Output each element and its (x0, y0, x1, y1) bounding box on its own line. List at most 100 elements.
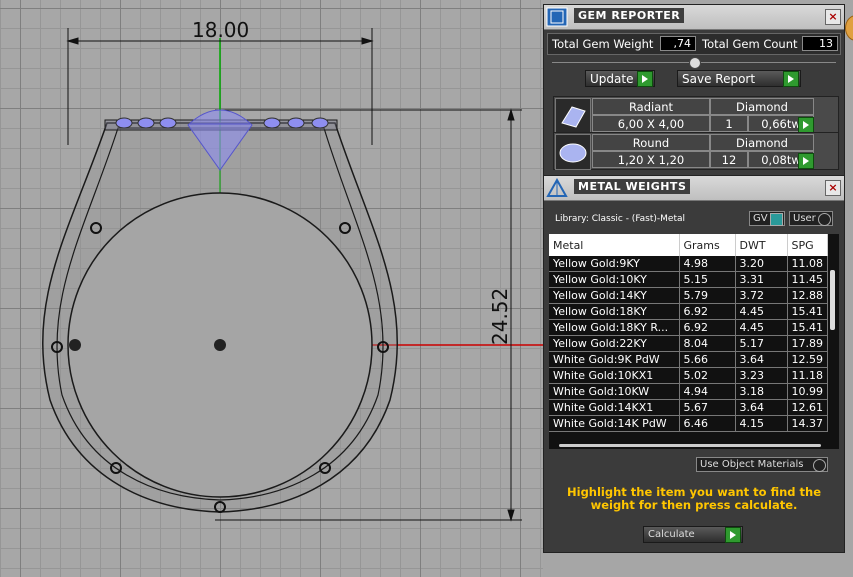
table-row[interactable]: Yellow Gold:18KY R... 6.92 4.45 15.41 (549, 319, 828, 336)
radiant-gem-icon (555, 98, 591, 134)
gem-material: Diamond (710, 134, 814, 151)
column-header[interactable]: Grams (679, 234, 736, 256)
table-cell: 11.45 (787, 271, 828, 288)
gv-toggle[interactable]: GV (749, 211, 785, 226)
table-row[interactable]: Yellow Gold:22KY 8.04 5.17 17.89 (549, 335, 828, 352)
round-gem-icon (555, 134, 591, 170)
table-row[interactable]: Yellow Gold:10KY 5.15 3.31 11.45 (549, 271, 828, 288)
horizontal-scrollbar[interactable] (559, 444, 821, 447)
gv-label: GV (753, 213, 768, 224)
metal-table-container: Metal Grams DWT SPG Yellow Gold:9KY 4.98 3… (549, 234, 839, 449)
height-dimension-label: 24.52 (488, 288, 512, 345)
table-cell: White Gold:14KX1 (549, 399, 680, 416)
use-object-materials-icon (813, 459, 826, 472)
table-row[interactable]: Yellow Gold:9KY 4.98 3.20 11.08 (549, 256, 828, 272)
table-cell: Yellow Gold:18KY (549, 303, 680, 320)
gv-toggle-icon (770, 213, 783, 226)
table-row[interactable]: White Gold:10KX1 5.02 3.23 11.18 (549, 367, 828, 384)
metal-weights-title: METAL WEIGHTS (574, 179, 691, 194)
table-cell: 4.15 (735, 415, 788, 432)
table-cell: White Gold:10KW (549, 383, 680, 400)
total-gem-count-label: Total Gem Count (702, 37, 798, 51)
update-button[interactable]: Update (585, 70, 655, 87)
table-cell: White Gold:14K PdW (549, 415, 680, 432)
table-cell: 17.89 (787, 335, 828, 352)
gem-count: 1 (710, 115, 748, 132)
save-report-button-label: Save Report (682, 72, 756, 86)
gem-material: Diamond (710, 98, 814, 115)
gem-cut: Radiant (592, 98, 710, 115)
calculate-button[interactable]: Calculate (643, 526, 743, 543)
gem-reporter-title: GEM REPORTER (574, 8, 685, 23)
table-row[interactable]: Yellow Gold:14KY 5.79 3.72 12.88 (549, 287, 828, 304)
table-cell: 6.46 (679, 415, 736, 432)
table-cell: 4.45 (735, 319, 788, 336)
vertical-scrollbar[interactable] (830, 270, 835, 330)
user-toggle-icon (818, 213, 831, 226)
table-row[interactable]: White Gold:9K PdW 5.66 3.64 12.59 (549, 351, 828, 368)
metal-table-header: Metal Grams DWT SPG (549, 234, 828, 256)
partial-orb-icon (845, 15, 853, 41)
library-label: Library: Classic - (Fast)-Metal (555, 214, 686, 224)
table-cell: 3.64 (735, 351, 788, 368)
gem-reporter-titlebar[interactable]: GEM REPORTER × (544, 5, 844, 30)
table-cell: 6.92 (679, 303, 736, 320)
column-header[interactable]: DWT (735, 234, 788, 256)
table-cell: Yellow Gold:14KY (549, 287, 680, 304)
table-cell: 6.92 (679, 319, 736, 336)
table-cell: Yellow Gold:18KY R... (549, 319, 680, 336)
totals-bar: Total Gem Weight ,74 Total Gem Count 13 (547, 33, 841, 55)
table-row[interactable]: White Gold:14KX1 5.67 3.64 12.61 (549, 399, 828, 416)
table-cell: 4.94 (679, 383, 736, 400)
ring-drawing: 18.00 24.52 (42, 18, 543, 522)
metal-weights-panel: METAL WEIGHTS × Library: Classic - (Fast… (543, 175, 845, 553)
table-cell: Yellow Gold:10KY (549, 271, 680, 288)
radiant-select-arrow-icon[interactable] (798, 117, 814, 133)
gem-reporter-icon (546, 7, 568, 27)
table-row[interactable]: White Gold:14K PdW 6.46 4.15 14.37 (549, 415, 828, 432)
side-hole (69, 339, 81, 351)
table-cell: 5.02 (679, 367, 736, 384)
total-gem-weight-label: Total Gem Weight (552, 37, 654, 51)
center-point (214, 339, 226, 351)
update-arrow-icon (637, 71, 653, 87)
column-header[interactable]: Metal (549, 234, 680, 256)
table-cell: White Gold:9K PdW (549, 351, 680, 368)
table-cell: 12.59 (787, 351, 828, 368)
column-header[interactable]: SPG (787, 234, 828, 256)
metal-weights-close-button[interactable]: × (825, 180, 841, 196)
table-cell: 10.99 (787, 383, 828, 400)
table-cell: 5.79 (679, 287, 736, 304)
instruction-text: Highlight the item you want to find the … (567, 485, 821, 512)
table-cell: 5.67 (679, 399, 736, 416)
table-row[interactable]: White Gold:10KW 4.94 3.18 10.99 (549, 383, 828, 400)
gem-size: 6,00 X 4,00 (592, 115, 710, 132)
table-cell: 14.37 (787, 415, 828, 432)
table-row[interactable]: Yellow Gold:18KY 6.92 4.45 15.41 (549, 303, 828, 320)
gem-reporter-close-button[interactable]: × (825, 9, 841, 25)
width-dimension-label: 18.00 (192, 18, 249, 42)
slider-handle[interactable] (689, 57, 701, 69)
gem-row-radiant[interactable]: Radiant Diamond 6,00 X 4,00 1 0,66tw (553, 96, 839, 134)
table-cell: 15.41 (787, 319, 828, 336)
use-object-materials-toggle[interactable]: Use Object Materials (696, 457, 828, 472)
user-toggle[interactable]: User (789, 211, 833, 226)
metal-weights-titlebar[interactable]: METAL WEIGHTS × (544, 176, 844, 201)
save-report-button[interactable]: Save Report (677, 70, 801, 87)
table-cell: 4.45 (735, 303, 788, 320)
table-cell: 4.98 (679, 256, 736, 272)
table-cell: 12.61 (787, 399, 828, 416)
table-cell: 12.88 (787, 287, 828, 304)
cad-viewport[interactable]: 18.00 24.52 (0, 0, 543, 577)
gem-row-round[interactable]: Round Diamond 1,20 X 1,20 12 0,08tw (553, 132, 839, 170)
table-cell: 11.18 (787, 367, 828, 384)
table-cell: 15.41 (787, 303, 828, 320)
table-cell: 3.20 (735, 256, 788, 272)
total-gem-weight-value: ,74 (660, 36, 696, 51)
table-cell: 3.64 (735, 399, 788, 416)
round-select-arrow-icon[interactable] (798, 153, 814, 169)
table-cell: 11.08 (787, 256, 828, 272)
table-cell: 3.72 (735, 287, 788, 304)
calculate-arrow-icon (725, 527, 741, 543)
gem-reporter-panel: GEM REPORTER × Total Gem Weight ,74 Tota… (543, 4, 845, 176)
